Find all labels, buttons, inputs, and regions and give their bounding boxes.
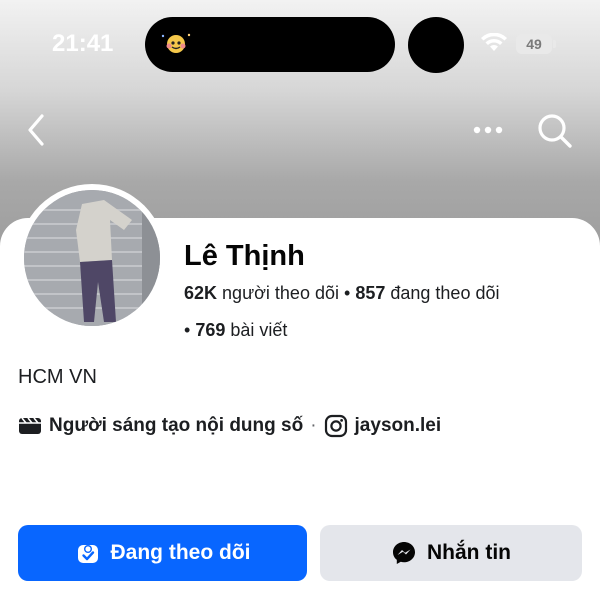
profile-name: Lê Thịnh <box>184 240 305 272</box>
following-button-label: Đang theo dõi <box>110 541 251 564</box>
notification-emoji-icon <box>161 33 191 53</box>
instagram-handle-link[interactable]: jayson.lei <box>355 415 442 437</box>
followers-count[interactable]: 62K <box>184 283 217 303</box>
status-time: 21:41 <box>52 30 114 57</box>
battery-tip <box>553 40 556 48</box>
avatar[interactable] <box>24 190 160 326</box>
search-icon[interactable] <box>534 110 574 150</box>
profile-posts: • 769 bài viết <box>184 320 287 341</box>
message-button[interactable]: Nhắn tin <box>320 525 582 581</box>
profile-category: Người sáng tạo nội dung số <box>49 415 304 436</box>
profile-info-row: Người sáng tạo nội dung số · jayson.lei <box>18 412 441 440</box>
wifi-icon <box>481 33 507 51</box>
dot-separator: • <box>344 283 356 303</box>
avatar-photo <box>24 190 160 326</box>
dot-separator: • <box>184 320 196 340</box>
user-check-icon <box>77 545 98 563</box>
instagram-icon <box>324 414 347 438</box>
more-horizontal-icon[interactable] <box>470 118 506 142</box>
profile-bio: HCM VN <box>18 366 97 388</box>
following-button[interactable]: Đang theo dõi <box>18 525 307 581</box>
posts-count: 769 <box>195 320 226 340</box>
following-label[interactable]: đang theo dõi <box>390 283 499 303</box>
battery-indicator: 49 <box>516 34 552 54</box>
posts-label: bài viết <box>230 320 288 340</box>
message-button-label: Nhắn tin <box>427 541 511 564</box>
video-camera-icon <box>19 417 41 434</box>
followers-label[interactable]: người theo dõi <box>222 283 339 303</box>
camera-cutout <box>408 17 464 73</box>
chevron-left-icon[interactable] <box>22 112 52 148</box>
profile-stats: 62K người theo dõi • 857 đang theo dõi <box>184 283 499 304</box>
messenger-icon <box>393 542 415 564</box>
following-count[interactable]: 857 <box>355 283 385 303</box>
middle-dot-separator: · <box>310 415 317 436</box>
